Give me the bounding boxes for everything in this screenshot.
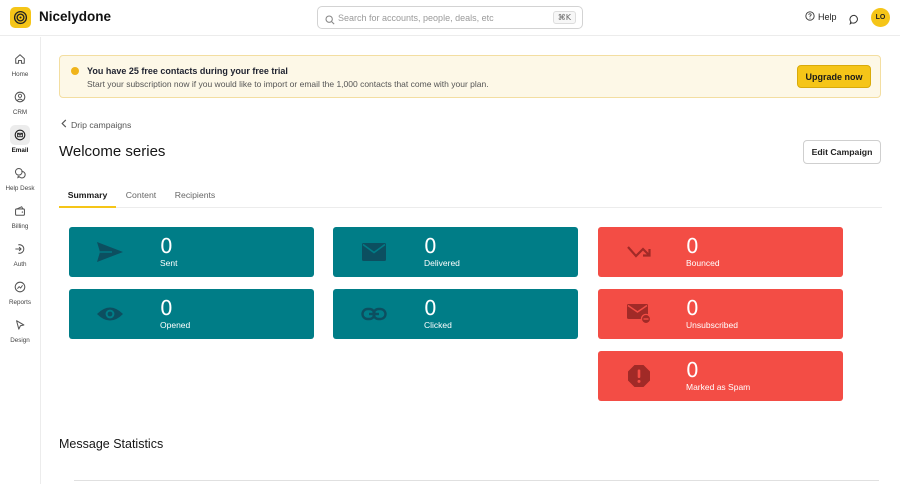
back-link-label: Drip campaigns (71, 119, 132, 130)
stat-card-clicked: 0 Clicked (333, 289, 578, 339)
search-bar[interactable]: ⌘K (317, 6, 583, 29)
login-icon (10, 239, 30, 259)
stat-card-delivered: 0 Delivered (333, 227, 578, 277)
warning-dot-icon (71, 67, 79, 75)
stat-card-opened: 0 Opened (69, 289, 314, 339)
sidebar-item-label: Reports (8, 299, 32, 306)
stat-label: Sent (160, 258, 178, 268)
stat-card-sent: 0 Sent (69, 227, 314, 277)
sidebar-item-billing[interactable]: Billing (2, 198, 38, 232)
sidebar-item-label: Help Desk (5, 185, 35, 192)
app-title: Nicelydone (39, 9, 112, 24)
tab-recipients[interactable]: Recipients (171, 183, 219, 208)
sidebar-item-design[interactable]: Design (2, 312, 38, 346)
stat-value: 0 (424, 296, 437, 320)
banner-subtitle: Start your subscription now if you would… (87, 79, 489, 89)
sidebar-item-crm[interactable]: CRM (2, 84, 38, 118)
cursor-icon (10, 315, 30, 335)
stat-card-spam: 0 Marked as Spam (598, 351, 843, 401)
person-circle-icon (10, 87, 30, 107)
link-icon (359, 301, 389, 327)
sidebar-item-label: Design (10, 337, 30, 344)
search-shortcut-badge: ⌘K (552, 11, 576, 24)
sidebar-item-home[interactable]: Home (2, 46, 38, 80)
edit-campaign-button[interactable]: Edit Campaign (803, 140, 881, 164)
sidebar-item-auth[interactable]: Auth (2, 236, 38, 270)
sidebar-item-label: Email (11, 147, 29, 154)
stat-value: 0 (160, 234, 173, 258)
wallet-icon (10, 201, 30, 221)
spiral-logo-icon[interactable] (10, 7, 31, 28)
section-divider (74, 480, 879, 481)
message-statistics-heading: Message Statistics (59, 437, 164, 451)
tab-bar: Summary Content Recipients (59, 183, 882, 208)
banner-title: You have 25 free contacts during your fr… (87, 66, 288, 76)
stat-value: 0 (686, 358, 699, 382)
stat-card-unsubscribed: 0 Unsubscribed (598, 289, 843, 339)
help-label: Help (818, 12, 837, 22)
stat-label: Bounced (686, 258, 720, 268)
chat-bubble-icon[interactable] (849, 12, 860, 30)
mail-unsubscribe-icon (624, 301, 654, 327)
search-input[interactable] (338, 10, 560, 26)
upgrade-button[interactable]: Upgrade now (797, 65, 871, 88)
question-circle-icon (805, 11, 815, 23)
alert-octagon-icon (624, 363, 654, 389)
sidebar-item-label: Auth (13, 261, 27, 268)
chart-icon (10, 277, 30, 297)
page-title: Welcome series (59, 143, 166, 160)
avatar[interactable]: LO (871, 8, 890, 27)
tab-content[interactable]: Content (119, 183, 163, 208)
bounce-arrow-icon (624, 239, 654, 265)
sidebar-item-help-desk[interactable]: Help Desk (2, 160, 38, 194)
sidebar-item-reports[interactable]: Reports (2, 274, 38, 308)
envelope-icon (359, 239, 389, 265)
home-icon (10, 49, 30, 69)
stat-value: 0 (160, 296, 173, 320)
sidebar-item-email[interactable]: Email (2, 122, 38, 156)
stat-label: Unsubscribed (686, 320, 738, 330)
stat-label: Delivered (424, 258, 460, 268)
back-link[interactable]: Drip campaigns (61, 119, 131, 130)
eye-icon (95, 301, 125, 327)
sidebar: Home CRM Email Help Desk Billing Auth Re… (0, 37, 41, 484)
send-icon (95, 239, 125, 265)
stat-label: Clicked (424, 320, 452, 330)
sidebar-item-label: Billing (11, 223, 29, 230)
search-icon (325, 12, 335, 30)
sidebar-item-label: Home (11, 71, 29, 78)
stat-card-bounced: 0 Bounced (598, 227, 843, 277)
stat-value: 0 (686, 234, 699, 258)
trial-banner: You have 25 free contacts during your fr… (59, 55, 881, 98)
stat-label: Marked as Spam (686, 382, 751, 392)
mail-icon (10, 125, 30, 145)
help-button[interactable]: Help (805, 11, 837, 23)
chat-bubbles-icon (10, 163, 30, 183)
stat-value: 0 (686, 296, 699, 320)
chevron-left-icon (61, 119, 67, 130)
sidebar-item-label: CRM (12, 109, 28, 116)
stat-value: 0 (424, 234, 437, 258)
top-bar: Nicelydone ⌘K Help LO (0, 0, 900, 36)
stat-label: Opened (160, 320, 191, 330)
tab-summary[interactable]: Summary (59, 183, 116, 208)
